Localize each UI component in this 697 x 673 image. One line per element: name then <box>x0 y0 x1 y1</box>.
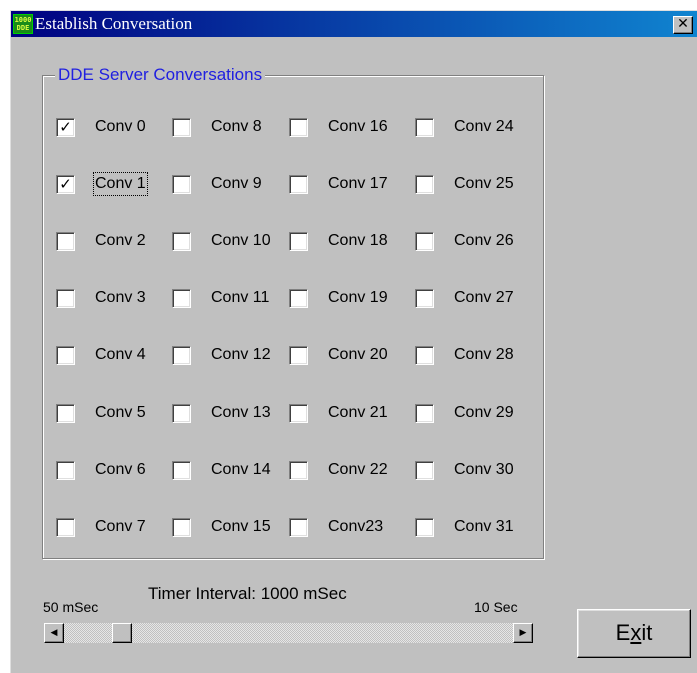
checkbox-conv-16[interactable] <box>289 118 308 137</box>
checkbox-conv-26[interactable] <box>415 232 434 251</box>
app-icon-line-2: DDE <box>16 24 30 32</box>
checkbox-conv-24[interactable] <box>415 118 434 137</box>
checkbox-label-conv-10[interactable]: Conv 10 <box>211 231 271 251</box>
checkbox-conv-23[interactable] <box>289 518 308 537</box>
checkbox-label-conv-5[interactable]: Conv 5 <box>95 403 146 423</box>
checkbox-label-conv-28[interactable]: Conv 28 <box>454 345 514 365</box>
checkbox-conv-22[interactable] <box>289 461 308 480</box>
checkbox-conv-31[interactable] <box>415 518 434 537</box>
checkbox-conv-29[interactable] <box>415 404 434 423</box>
arrow-right-icon: ▶ <box>519 628 527 638</box>
checkbox-conv-5[interactable] <box>56 404 75 423</box>
checkbox-conv-17[interactable] <box>289 175 308 194</box>
scroll-thumb[interactable] <box>112 623 132 643</box>
close-button[interactable]: ✕ <box>673 16 693 34</box>
checkbox-label-conv-24[interactable]: Conv 24 <box>454 117 514 137</box>
checkbox-conv-20[interactable] <box>289 346 308 365</box>
checkbox-conv-30[interactable] <box>415 461 434 480</box>
scroll-left-button[interactable]: ◀ <box>44 623 64 643</box>
checkbox-label-conv-17[interactable]: Conv 17 <box>328 174 388 194</box>
checkbox-label-conv-14[interactable]: Conv 14 <box>211 460 271 480</box>
window-title: Establish Conversation <box>35 14 193 33</box>
exit-label-part: it <box>641 620 653 645</box>
exit-label-accelerator: x <box>630 620 642 645</box>
checkbox-label-conv-0[interactable]: Conv 0 <box>95 117 146 137</box>
timer-interval-slider[interactable]: ◀ ▶ <box>44 623 533 643</box>
checkbox-label-conv-21[interactable]: Conv 21 <box>328 403 388 423</box>
close-icon: ✕ <box>677 16 689 32</box>
checkbox-label-conv-6[interactable]: Conv 6 <box>95 460 146 480</box>
checkbox-label-conv-19[interactable]: Conv 19 <box>328 288 388 308</box>
conversations-groupbox <box>42 75 544 559</box>
checkbox-label-conv-22[interactable]: Conv 22 <box>328 460 388 480</box>
checkbox-conv-1[interactable]: ✓ <box>56 175 75 194</box>
checkbox-conv-14[interactable] <box>172 461 191 480</box>
checkbox-conv-21[interactable] <box>289 404 308 423</box>
timer-interval-label: Timer Interval: 1000 mSec <box>148 584 347 603</box>
timer-min-label: 50 mSec <box>43 599 99 615</box>
checkbox-label-conv-25[interactable]: Conv 25 <box>454 174 514 194</box>
checkbox-conv-0[interactable]: ✓ <box>56 118 75 137</box>
checkbox-label-conv-30[interactable]: Conv 30 <box>454 460 514 480</box>
checkbox-conv-3[interactable] <box>56 289 75 308</box>
checkbox-conv-27[interactable] <box>415 289 434 308</box>
checkbox-conv-4[interactable] <box>56 346 75 365</box>
checkbox-label-conv-27[interactable]: Conv 27 <box>454 288 514 308</box>
checkbox-conv-8[interactable] <box>172 118 191 137</box>
groupbox-legend: DDE Server Conversations <box>55 64 266 86</box>
arrow-left-icon: ◀ <box>50 628 58 638</box>
checkbox-conv-19[interactable] <box>289 289 308 308</box>
timer-max-label: 10 Sec <box>474 599 518 615</box>
checkbox-label-conv-23[interactable]: Conv23 <box>328 517 383 537</box>
checkbox-label-conv-29[interactable]: Conv 29 <box>454 403 514 423</box>
checkbox-label-conv-3[interactable]: Conv 3 <box>95 288 146 308</box>
checkbox-label-conv-1[interactable]: Conv 1 <box>93 172 148 196</box>
checkbox-label-conv-9[interactable]: Conv 9 <box>211 174 262 194</box>
exit-button[interactable]: Exit <box>577 609 691 658</box>
app-icon: 1000 DDE <box>13 14 33 34</box>
checkbox-label-conv-12[interactable]: Conv 12 <box>211 345 271 365</box>
checkbox-label-conv-18[interactable]: Conv 18 <box>328 231 388 251</box>
dialog-window: 1000 DDE Establish Conversation ✕ DDE Se… <box>10 10 697 673</box>
checkbox-conv-10[interactable] <box>172 232 191 251</box>
checkbox-label-conv-7[interactable]: Conv 7 <box>95 517 146 537</box>
checkbox-conv-25[interactable] <box>415 175 434 194</box>
scroll-right-button[interactable]: ▶ <box>513 623 533 643</box>
checkbox-label-conv-2[interactable]: Conv 2 <box>95 231 146 251</box>
checkbox-conv-7[interactable] <box>56 518 75 537</box>
checkbox-label-conv-26[interactable]: Conv 26 <box>454 231 514 251</box>
checkbox-label-conv-4[interactable]: Conv 4 <box>95 345 146 365</box>
checkbox-label-conv-16[interactable]: Conv 16 <box>328 117 388 137</box>
checkbox-label-conv-8[interactable]: Conv 8 <box>211 117 262 137</box>
exit-label-part: E <box>615 620 631 645</box>
checkbox-conv-18[interactable] <box>289 232 308 251</box>
checkbox-label-conv-13[interactable]: Conv 13 <box>211 403 271 423</box>
checkbox-conv-15[interactable] <box>172 518 191 537</box>
checkbox-conv-13[interactable] <box>172 404 191 423</box>
checkbox-conv-11[interactable] <box>172 289 191 308</box>
checkbox-conv-9[interactable] <box>172 175 191 194</box>
checkbox-conv-6[interactable] <box>56 461 75 480</box>
app-icon-line-1: 1000 <box>14 16 32 24</box>
checkbox-conv-28[interactable] <box>415 346 434 365</box>
checkbox-label-conv-31[interactable]: Conv 31 <box>454 517 514 537</box>
checkbox-label-conv-11[interactable]: Conv 11 <box>211 288 269 308</box>
checkbox-conv-2[interactable] <box>56 232 75 251</box>
title-bar[interactable]: 1000 DDE Establish Conversation ✕ <box>11 11 697 37</box>
checkbox-label-conv-20[interactable]: Conv 20 <box>328 345 388 365</box>
checkbox-conv-12[interactable] <box>172 346 191 365</box>
checkbox-label-conv-15[interactable]: Conv 15 <box>211 517 271 537</box>
